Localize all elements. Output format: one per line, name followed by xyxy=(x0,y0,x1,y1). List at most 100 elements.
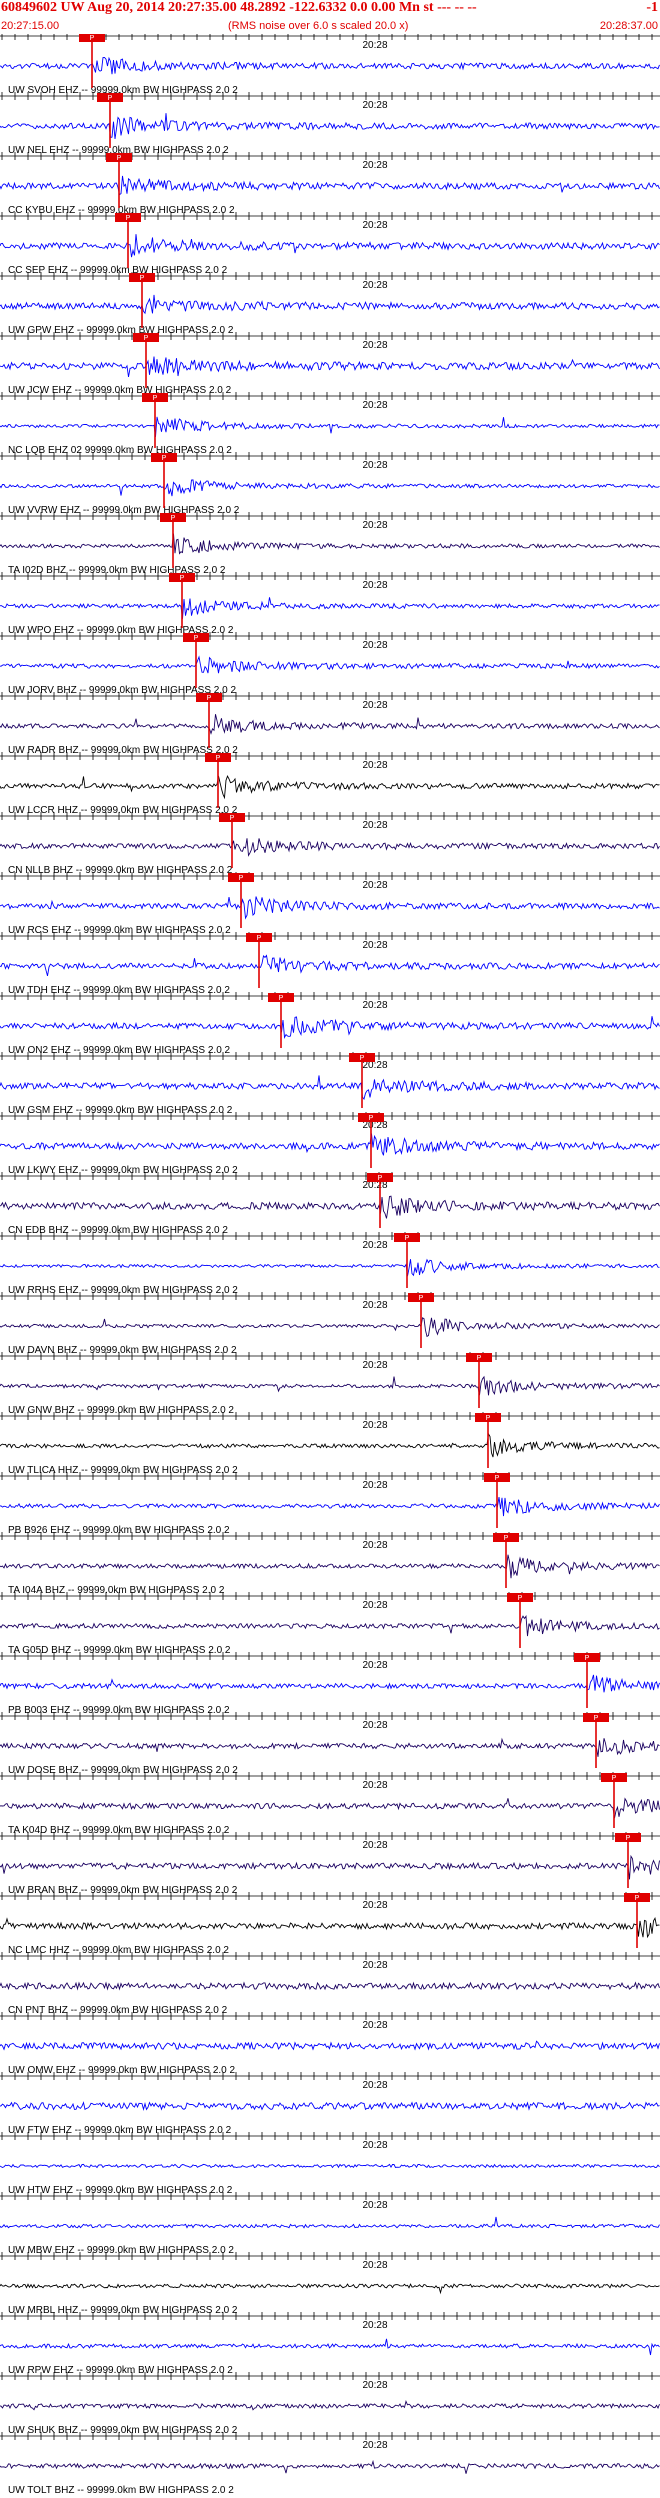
station-label: UW RADR BHZ -- 99999.0km BW HIGHPASS 2.0… xyxy=(8,745,238,756)
minute-label: 20:28 xyxy=(363,100,388,111)
minute-label: 20:28 xyxy=(363,1000,388,1011)
station-label: UW SVOH EHZ -- 99999.0km BW HIGHPASS 2.0… xyxy=(8,85,238,96)
minute-label: 20:28 xyxy=(363,1360,388,1371)
minute-label: 20:28 xyxy=(363,2260,388,2271)
station-label: UW TLICA HHZ -- 99999.0km BW HIGHPASS 2.… xyxy=(8,1465,238,1476)
minute-label: 20:28 xyxy=(363,760,388,771)
waveform-trace xyxy=(0,533,660,555)
p-pick-label: P xyxy=(126,215,131,222)
p-pick-label: P xyxy=(594,1715,599,1722)
minute-label: 20:28 xyxy=(363,1420,388,1431)
waveform-trace xyxy=(0,416,660,438)
waveform-trace xyxy=(0,896,660,920)
minute-label: 20:28 xyxy=(363,1840,388,1851)
station-label: UW GNW BHZ -- 99999.0km BW HIGHPASS 2.0 … xyxy=(8,1405,234,1416)
end-time: 20:28:37.00 xyxy=(599,20,658,32)
station-label: UW RRHS EHZ -- 99999.0km BW HIGHPASS 2.0… xyxy=(8,1285,238,1296)
station-label: UW VVRW EHZ -- 99999.0km BW HIGHPASS 2.0… xyxy=(8,505,240,516)
waveform-trace xyxy=(0,597,660,619)
minute-label: 20:28 xyxy=(363,580,388,591)
p-pick-label: P xyxy=(257,935,262,942)
minute-label: 20:28 xyxy=(363,820,388,831)
waveform-trace xyxy=(0,2040,660,2051)
p-pick-label: P xyxy=(90,35,95,42)
waveform-trace xyxy=(0,2163,660,2169)
p-pick-label: P xyxy=(504,1535,509,1542)
minute-label: 20:28 xyxy=(363,940,388,951)
minute-label: 20:28 xyxy=(363,1660,388,1671)
waveform-trace xyxy=(0,1258,660,1277)
waveform-trace xyxy=(0,294,660,315)
station-label: CN NLLB BHZ -- 99999.0km BW HIGHPASS 2.0… xyxy=(8,865,233,876)
event-title: 60849602 UW Aug 20, 2014 20:27:35.00 48.… xyxy=(1,0,477,15)
waveform-trace xyxy=(0,2400,660,2411)
waveform-trace xyxy=(0,175,660,196)
scaling-note: (RMS noise over 6.0 s scaled 20.0 x) xyxy=(228,20,409,32)
waveform-trace xyxy=(0,356,660,377)
station-label: UW GPW EHZ -- 99999.0km BW HIGHPASS 2.0 … xyxy=(8,325,234,336)
waveform-trace xyxy=(0,1797,660,1819)
minute-label: 20:28 xyxy=(363,880,388,891)
p-pick-label: P xyxy=(108,95,113,102)
station-label: TA I04A BHZ -- 99999.0km BW HIGHPASS 2.0… xyxy=(8,1585,225,1596)
minute-label: 20:28 xyxy=(363,1720,388,1731)
p-pick-label: P xyxy=(216,755,221,762)
p-pick-label: P xyxy=(207,695,212,702)
minute-label: 20:28 xyxy=(363,2440,388,2451)
p-pick-label: P xyxy=(180,575,185,582)
minute-label: 20:28 xyxy=(363,280,388,291)
time-header: 20:27:15.00 (RMS noise over 6.0 s scaled… xyxy=(0,20,660,34)
waveform-trace xyxy=(0,1737,660,1757)
minute-label: 20:28 xyxy=(363,400,388,411)
minute-label: 20:28 xyxy=(363,1480,388,1491)
waveform-trace xyxy=(0,479,660,497)
station-label: TA G05D BHZ -- 99999.0km BW HIGHPASS 2.0… xyxy=(8,1645,231,1656)
waveform-trace xyxy=(0,838,660,857)
station-label: UW MRBL HHZ -- 99999.0km BW HIGHPASS 2.0… xyxy=(8,2305,238,2316)
station-label: UW LKWY EHZ -- 99999.0km BW HIGHPASS 2.0… xyxy=(8,1165,238,1176)
station-label: UW FTW EHZ -- 99999.0km BW HIGHPASS 2.0 … xyxy=(8,2125,232,2136)
minute-label: 20:28 xyxy=(363,160,388,171)
waveform-trace xyxy=(0,1195,660,1219)
p-pick-label: P xyxy=(279,995,284,1002)
station-label: UW LCCR HHZ -- 99999.0km BW HIGHPASS 2.0… xyxy=(8,805,238,816)
waveform-trace xyxy=(0,1674,660,1693)
station-label: UW TOLT BHZ -- 99999.0km BW HIGHPASS 2.0… xyxy=(8,2485,234,2496)
minute-label: 20:28 xyxy=(363,220,388,231)
waveform-trace xyxy=(0,1016,660,1039)
p-pick-label: P xyxy=(230,815,235,822)
waveform-trace xyxy=(0,2338,660,2356)
station-label: UW MBW EHZ -- 99999.0km BW HIGHPASS 2.0 … xyxy=(8,2245,234,2256)
p-pick-label: P xyxy=(612,1775,617,1782)
p-pick-label: P xyxy=(162,455,167,462)
seismogram-plot: 20:28 UW SVOH EHZ -- 99999.0km BW HIGHPAS… xyxy=(0,34,660,2496)
minute-label: 20:28 xyxy=(363,340,388,351)
station-label: UW DAVN BHZ -- 99999.0km BW HIGHPASS 2.0… xyxy=(8,1345,237,1356)
station-label: UW GSM EHZ -- 99999.0km BW HIGHPASS 2.0 … xyxy=(8,1105,233,1116)
waveform-trace xyxy=(0,954,660,977)
p-pick-label: P xyxy=(495,1475,500,1482)
station-label: UW RPW EHZ -- 99999.0km BW HIGHPASS 2.0 … xyxy=(8,2365,233,2376)
waveform-trace xyxy=(0,714,660,735)
minute-label: 20:28 xyxy=(363,2320,388,2331)
minute-label: 20:28 xyxy=(363,700,388,711)
p-pick-label: P xyxy=(378,1175,383,1182)
station-label: UW BRAN BHZ -- 99999.0km BW HIGHPASS 2.0… xyxy=(8,1885,238,1896)
waveform-trace xyxy=(0,1432,660,1458)
station-label: UW OMW EHZ -- 99999.0km BW HIGHPASS 2.0 … xyxy=(8,2065,236,2076)
p-pick-label: P xyxy=(194,635,199,642)
minute-label: 20:28 xyxy=(363,1960,388,1971)
p-pick-label: P xyxy=(518,1595,523,1602)
minute-label: 20:28 xyxy=(363,2380,388,2391)
p-pick-label: P xyxy=(369,1115,374,1122)
station-label: NC LQB EHZ 02 99999.0km BW HIGHPASS 2.0 … xyxy=(8,445,232,456)
p-pick-label: P xyxy=(635,1895,640,1902)
p-pick-label: P xyxy=(419,1295,424,1302)
minute-label: 20:28 xyxy=(363,2140,388,2151)
minute-label: 20:28 xyxy=(363,1780,388,1791)
p-pick-label: P xyxy=(477,1355,482,1362)
minute-label: 20:28 xyxy=(363,520,388,531)
waveform-trace xyxy=(0,655,660,674)
p-pick-label: P xyxy=(153,395,158,402)
station-label: UW HTW EHZ -- 99999.0km BW HIGHPASS 2.0 … xyxy=(8,2185,233,2196)
